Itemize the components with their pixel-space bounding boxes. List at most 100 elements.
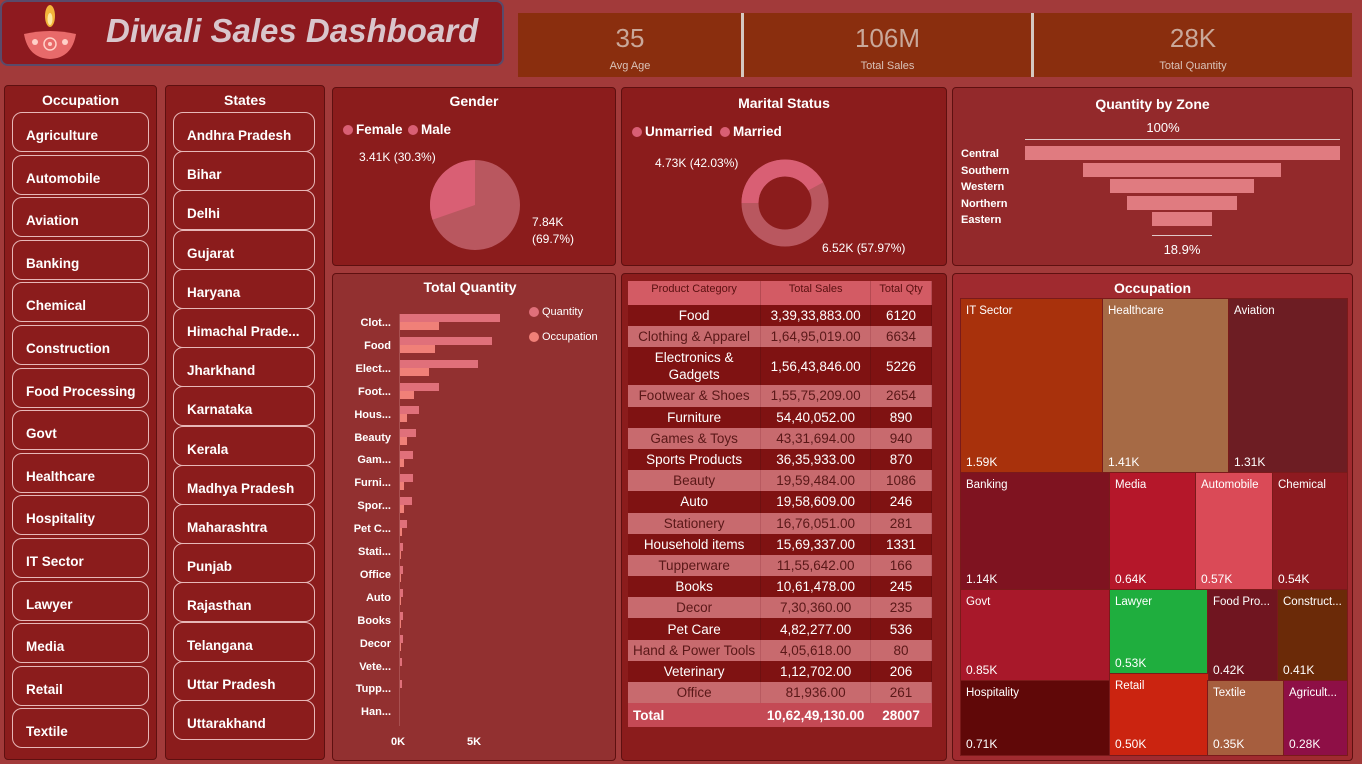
slicer-option[interactable]: Kerala (173, 425, 315, 466)
bar-quantity[interactable] (399, 497, 413, 506)
legend-female[interactable]: Female (343, 122, 403, 137)
slicer-option[interactable]: Uttar Pradesh (173, 660, 315, 701)
table-row[interactable]: Furniture 54,40,052.00 890 (628, 406, 932, 428)
bar-occupation[interactable] (399, 436, 407, 445)
funnel-bar[interactable] (1152, 212, 1212, 226)
slicer-option[interactable]: Andhra Pradesh (173, 112, 315, 152)
bar-quantity[interactable] (399, 428, 416, 437)
slicer-option[interactable]: Haryana (173, 268, 315, 309)
treemap-tile[interactable]: IT Sector 1.59K (960, 298, 1104, 474)
treemap-tile[interactable]: Lawyer 0.53K (1109, 589, 1209, 675)
table-row[interactable]: Games & Toys 43,31,694.00 940 (628, 427, 932, 449)
column-header[interactable]: Total Qty (870, 281, 932, 305)
treemap-tile[interactable]: Media 0.64K (1109, 472, 1197, 591)
treemap-tile[interactable]: Agricult... 0.28K (1283, 680, 1348, 756)
table-row[interactable]: Auto 19,58,609.00 246 (628, 491, 932, 513)
treemap-tile[interactable]: Retail 0.50K (1109, 673, 1209, 756)
funnel-bar[interactable] (1109, 179, 1255, 193)
table-row[interactable]: Footwear & Shoes 1,55,75,209.00 2654 (628, 385, 932, 407)
slicer-option[interactable]: Madhya Pradesh (173, 464, 315, 505)
table-cell: 7,30,360.00 (760, 597, 872, 619)
slicer-option[interactable]: Maharashtra (173, 504, 315, 544)
bar-occupation[interactable] (399, 367, 430, 376)
slicer-option[interactable]: Textile (12, 708, 149, 749)
bar-quantity[interactable] (399, 405, 420, 414)
legend-male[interactable]: Male (408, 122, 451, 137)
occupation-treemap-card: Occupation IT Sector 1.59K Healthcare 1.41K… (952, 273, 1353, 761)
slicer-option[interactable]: Healthcare (12, 452, 149, 493)
slicer-option[interactable]: Rajasthan (173, 582, 315, 623)
bar-occupation[interactable] (399, 390, 415, 399)
category-label: Clot... (360, 317, 391, 329)
funnel-bar[interactable] (1126, 195, 1238, 210)
column-header[interactable]: Total Sales (760, 281, 872, 305)
tile-label: Agricult... (1289, 687, 1337, 699)
slicer-option[interactable]: Himachal Prade... (173, 308, 315, 348)
table-row[interactable]: Hand & Power Tools 4,05,618.00 80 (628, 639, 932, 661)
legend-married[interactable]: Married (720, 124, 782, 139)
treemap-tile[interactable]: Banking 1.14K (960, 472, 1111, 591)
slicer-option[interactable]: Aviation (12, 197, 149, 238)
bar-quantity[interactable] (399, 451, 414, 460)
table-row[interactable]: Sports Products 36,35,933.00 870 (628, 448, 932, 471)
slicer-option[interactable]: Gujarat (173, 229, 315, 270)
table-row[interactable]: Tupperware 11,55,642.00 166 (628, 554, 932, 577)
funnel-bar[interactable] (1024, 146, 1340, 160)
tile-value: 1.31K (1234, 455, 1266, 469)
legend-unmarried[interactable]: Unmarried (632, 124, 713, 139)
table-row[interactable]: Pet Care 4,82,277.00 536 (628, 618, 932, 640)
slicer-option[interactable]: Bihar (173, 151, 315, 192)
funnel-bar[interactable] (1082, 162, 1282, 177)
slicer-option[interactable]: Food Processing (12, 367, 149, 408)
column-header[interactable]: Product Category (628, 281, 762, 305)
slicer-option[interactable]: Telangana (173, 621, 315, 662)
treemap-tile[interactable]: Construct... 0.41K (1277, 589, 1348, 682)
slicer-option[interactable]: Retail (12, 665, 149, 706)
table-row[interactable]: Decor 7,30,360.00 235 (628, 597, 932, 619)
bar-quantity[interactable] (399, 314, 500, 322)
treemap-tile[interactable]: Chemical 0.54K (1272, 472, 1348, 591)
treemap-tile[interactable]: Healthcare 1.41K (1102, 298, 1230, 474)
bar-quantity[interactable] (399, 474, 413, 483)
treemap-tile[interactable]: Govt 0.85K (960, 589, 1111, 682)
slicer-option[interactable]: Lawyer (12, 580, 149, 621)
slicer-option[interactable]: Agriculture (12, 112, 149, 152)
slicer-option[interactable]: Delhi (173, 190, 315, 231)
slicer-option[interactable]: Jharkhand (173, 347, 315, 388)
treemap-tile[interactable]: Textile 0.35K (1207, 680, 1285, 756)
bar-occupation[interactable] (399, 344, 436, 353)
slicer-option[interactable]: Karnataka (173, 386, 315, 427)
bar-quantity[interactable] (399, 359, 479, 368)
slicer-option[interactable]: Banking (12, 239, 149, 280)
bar-quantity[interactable] (399, 520, 408, 529)
bar-quantity[interactable] (399, 382, 440, 391)
slicer-option[interactable]: IT Sector (12, 538, 149, 578)
slicer-option[interactable]: Chemical (12, 282, 149, 323)
table-row[interactable]: Office 81,936.00 261 (628, 682, 932, 704)
bar-occupation[interactable] (399, 322, 439, 330)
table-row[interactable]: Clothing & Apparel 1,64,95,019.00 6634 (628, 326, 932, 348)
treemap-tile[interactable]: Automobile 0.57K (1195, 472, 1274, 591)
tile-value: 0.57K (1201, 572, 1233, 586)
slicer-option[interactable]: Punjab (173, 543, 315, 584)
table-row[interactable]: Food 3,39,33,883.00 6120 (628, 305, 932, 327)
treemap-tile[interactable]: Food Pro... 0.42K (1207, 589, 1279, 682)
table-row[interactable]: Veterinary 1,12,702.00 206 (628, 660, 932, 682)
table-row[interactable]: Stationery 16,76,051.00 281 (628, 512, 932, 534)
slicer-option[interactable]: Construction (12, 325, 149, 365)
bar-occupation[interactable] (399, 413, 407, 422)
treemap-tile[interactable]: Aviation 1.31K (1228, 298, 1348, 474)
bar-quantity[interactable] (399, 336, 493, 345)
slicer-option[interactable]: Media (12, 623, 149, 664)
treemap-tile[interactable]: Hospitality 0.71K (960, 680, 1111, 756)
table-row[interactable]: Household items 15,69,337.00 1331 (628, 533, 932, 555)
table-row[interactable]: Electronics & Gadgets 1,56,43,846.00 5226 (628, 347, 932, 386)
table-cell: Food (628, 305, 762, 327)
table-row[interactable]: Books 10,61,478.00 245 (628, 576, 932, 598)
slicer-option[interactable]: Govt (12, 410, 149, 451)
table-row[interactable]: Beauty 19,59,484.00 1086 (628, 470, 932, 492)
slicer-option[interactable]: Automobile (12, 154, 149, 195)
slicer-option[interactable]: Uttarakhand (173, 700, 315, 740)
slicer-option[interactable]: Hospitality (12, 495, 149, 536)
occupation-slicer: Occupation Agriculture Automobile Aviation… (4, 85, 157, 760)
